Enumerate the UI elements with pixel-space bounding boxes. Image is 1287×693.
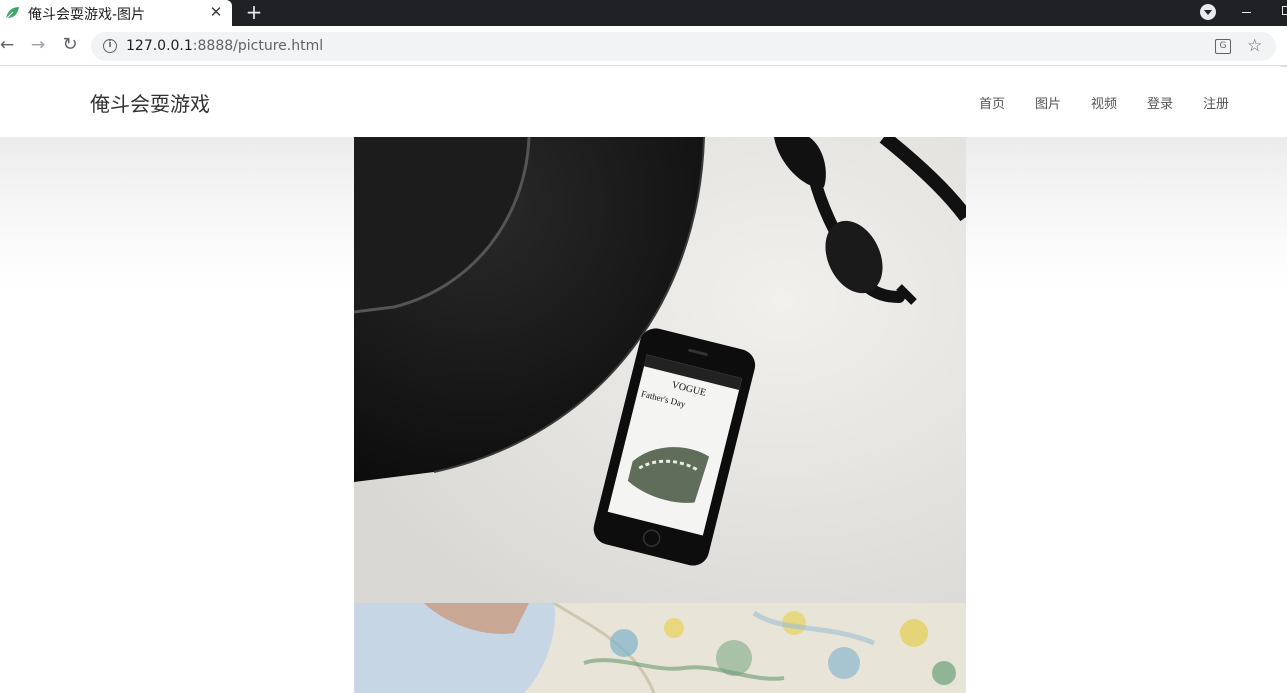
new-tab-button[interactable]: +: [244, 2, 264, 22]
star-icon[interactable]: ☆: [1247, 35, 1262, 57]
photo-floral-illustration: [354, 603, 966, 693]
info-icon[interactable]: i: [103, 39, 117, 53]
gallery-photo-hat-phone: VOGUE Father's Day: [354, 137, 966, 603]
browser-tab[interactable]: 俺斗会耍游戏-图片 ✕: [0, 0, 232, 26]
maximize-icon[interactable]: [1282, 6, 1287, 15]
tab-strip: 俺斗会耍游戏-图片 ✕ +: [0, 0, 1287, 26]
nav-link-pictures[interactable]: 图片: [1026, 93, 1082, 112]
arrow-right-icon[interactable]: →: [27, 34, 49, 56]
arrow-left-icon[interactable]: ←: [0, 34, 18, 56]
web-page: 俺斗会耍游戏 首页 图片 视频 登录 注册 VOGUE Father's Day: [0, 67, 1287, 693]
minimize-icon[interactable]: [1242, 12, 1251, 13]
url-path: :8888/picture.html: [192, 38, 324, 54]
translate-icon[interactable]: G: [1215, 39, 1231, 54]
nav-link-home[interactable]: 首页: [970, 93, 1026, 112]
address-bar[interactable]: i 127.0.0.1:8888/picture.html G ☆: [91, 32, 1276, 61]
url-host: 127.0.0.1: [126, 38, 193, 54]
site-header: 俺斗会耍游戏 首页 图片 视频 登录 注册: [0, 67, 1287, 137]
nav-link-videos[interactable]: 视频: [1082, 93, 1138, 112]
nav-link-login[interactable]: 登录: [1138, 93, 1194, 112]
browser-toolbar: ← → ↻ i 127.0.0.1:8888/picture.html G ☆: [0, 26, 1287, 80]
url-text[interactable]: 127.0.0.1:8888/picture.html: [126, 38, 323, 54]
site-brand[interactable]: 俺斗会耍游戏: [90, 88, 210, 117]
leaf-favicon-icon: [5, 7, 19, 20]
nav-link-register[interactable]: 注册: [1194, 93, 1250, 112]
reload-icon[interactable]: ↻: [59, 34, 81, 56]
photo-hat-phone-illustration: VOGUE Father's Day: [354, 137, 966, 603]
close-icon[interactable]: ✕: [206, 2, 226, 22]
tab-title: 俺斗会耍游戏-图片: [28, 7, 146, 23]
gallery-photo-floral-bed: [354, 603, 966, 693]
site-nav: 首页 图片 视频 登录 注册: [970, 93, 1250, 112]
chevron-down-icon[interactable]: [1200, 4, 1216, 20]
